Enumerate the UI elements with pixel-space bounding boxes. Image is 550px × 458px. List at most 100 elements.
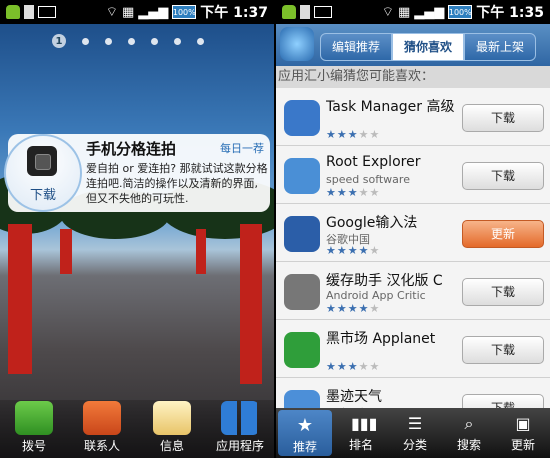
dock: 拨号 联系人 信息 应用程序 [0, 400, 274, 458]
page-dot[interactable] [105, 37, 112, 45]
app-name: Root Explorer [326, 154, 421, 170]
daily-recommend-widget[interactable]: 下载 手机分格连拍 每日一荐 爱自拍 or 爱连拍? 那就试试这款分格连拍吧.简… [4, 134, 270, 212]
clock: 下午 1:35 [476, 5, 544, 21]
android-icon [282, 5, 296, 19]
widget-app-title: 手机分格连拍 [86, 140, 177, 158]
market-header: 编辑推荐 猜你喜欢 最新上架 [276, 24, 550, 66]
app-icon[interactable] [284, 274, 320, 310]
widget-description: 爱自拍 or 爱连拍? 那就试试这款分格连拍吧.简洁的操作以及清新的界面,但又不… [86, 162, 268, 205]
update-button[interactable]: 更新 [462, 220, 544, 248]
download-button[interactable]: 下载 [462, 278, 544, 306]
camera-icon [27, 146, 57, 176]
app-name: Task Manager 高级 [326, 99, 455, 115]
nav-label: 分类 [402, 438, 427, 452]
section-heading: 应用汇小编猜您可能喜欢： [276, 66, 550, 88]
app-market-screen: ⌔ ▦ ▂▄▆ 100% 下午 1:35 编辑推荐 猜你喜欢 最新上架 应用汇小… [276, 0, 550, 458]
battery-icon: 100% [448, 5, 473, 19]
app-row[interactable]: Task Manager 高级 ★★★★★ 下载 [276, 88, 550, 146]
rating-stars: ★★★★★ [326, 302, 381, 315]
dock-label: 信息 [159, 439, 184, 453]
app-icon[interactable] [284, 332, 320, 368]
messages-icon [153, 401, 191, 435]
nav-label: 搜索 [456, 438, 481, 452]
battery-full-icon [314, 6, 332, 18]
nav-ranking[interactable]: ▮▮▮ 排名 [334, 408, 388, 458]
android-icon [6, 5, 20, 19]
nav-category[interactable]: ☰ 分类 [388, 408, 442, 458]
sd-card-icon [24, 5, 34, 19]
status-bar: ⌔ ▦ ▂▄▆ 100% 下午 1:37 [0, 0, 274, 24]
dock-label: 拨号 [21, 439, 46, 453]
nav-update[interactable]: ▣ 更新 [496, 408, 550, 458]
star-icon: ★ [296, 415, 314, 436]
rating-stars: ★★★★★ [326, 360, 381, 373]
dock-label: 联系人 [83, 439, 120, 453]
app-icon[interactable] [284, 216, 320, 252]
page-dot-current[interactable]: 1 [52, 34, 66, 48]
widget-tag: 每日一荐 [220, 142, 264, 155]
tab-bar: 编辑推荐 猜你喜欢 最新上架 [320, 33, 537, 61]
download-button[interactable]: 下载 [462, 162, 544, 190]
app-icon[interactable] [284, 100, 320, 136]
nav-label: 推荐 [292, 440, 317, 454]
sd-card-icon [300, 5, 310, 19]
list-icon: ☰ [407, 414, 423, 433]
sync-icon: ▦ [398, 4, 411, 20]
nav-search[interactable]: ⌕ 搜索 [442, 408, 496, 458]
rating-stars: ★★★★★ [326, 244, 381, 257]
nav-label: 排名 [348, 438, 373, 452]
search-icon: ⌕ [464, 414, 474, 433]
app-developer: speed software [326, 173, 410, 186]
dock-item-phone[interactable]: 拨号 [4, 401, 64, 454]
page-dot[interactable] [174, 37, 181, 45]
tab-editor-picks[interactable]: 编辑推荐 [320, 33, 393, 61]
dock-item-apps[interactable]: 应用程序 [210, 401, 270, 454]
wallpaper [0, 24, 274, 458]
widget-download-button[interactable]: 下载 [21, 184, 65, 204]
phone-icon [15, 401, 53, 435]
app-row[interactable]: Google输入法 谷歌中国 ★★★★★ 更新 [276, 204, 550, 262]
app-row[interactable]: Root Explorer speed software ★★★★★ 下载 [276, 146, 550, 204]
sync-icon: ▦ [122, 4, 135, 20]
dock-item-messages[interactable]: 信息 [142, 401, 202, 454]
app-icon[interactable] [284, 158, 320, 194]
rating-stars: ★★★★★ [326, 186, 381, 199]
app-name: 墨迹天气 [326, 389, 382, 405]
page-dot[interactable] [151, 37, 158, 45]
nav-recommend[interactable]: ★ 推荐 [278, 410, 332, 456]
bottom-nav: ★ 推荐 ▮▮▮ 排名 ☰ 分类 ⌕ 搜索 ▣ 更新 [276, 408, 550, 458]
app-row[interactable]: 缓存助手 汉化版 C Android App Critic ★★★★★ 下载 [276, 262, 550, 320]
page-dot[interactable] [197, 37, 204, 45]
app-list: Task Manager 高级 ★★★★★ 下载 Root Explorer speed… [276, 88, 550, 436]
app-name: Google输入法 [326, 215, 418, 231]
widget-app-icon[interactable]: 下载 [4, 134, 82, 212]
wifi-icon: ⌔ [105, 5, 118, 20]
app-developer: Android App Critic [326, 289, 426, 302]
signal-icon: ▂▄▆ [138, 4, 169, 20]
battery-icon: 100% [172, 5, 197, 19]
update-icon: ▣ [515, 414, 531, 433]
page-dot[interactable] [82, 37, 89, 45]
page-dot[interactable] [128, 37, 135, 45]
app-name: 缓存助手 汉化版 C [326, 273, 443, 289]
download-button[interactable]: 下载 [462, 336, 544, 364]
app-name: 黑市场 Applanet [326, 331, 436, 347]
contacts-icon [83, 401, 121, 435]
status-bar: ⌔ ▦ ▂▄▆ 100% 下午 1:35 [276, 0, 550, 24]
home-screen: ⌔ ▦ ▂▄▆ 100% 下午 1:37 1 下载 手机分格连拍 每日一荐 爱自… [0, 0, 274, 458]
app-row[interactable]: 黑市场 Applanet ★★★★★ 下载 [276, 320, 550, 378]
nav-label: 更新 [510, 438, 535, 452]
tab-newest[interactable]: 最新上架 [464, 33, 537, 61]
apps-grid-icon [221, 401, 259, 435]
dock-label: 应用程序 [215, 439, 264, 453]
signal-icon: ▂▄▆ [414, 4, 445, 20]
tab-guess-you-like[interactable]: 猜你喜欢 [392, 33, 465, 61]
page-indicator[interactable]: 1 [52, 34, 204, 48]
ranking-icon: ▮▮▮ [351, 414, 378, 433]
dock-item-contacts[interactable]: 联系人 [72, 401, 132, 454]
clock: 下午 1:37 [200, 5, 268, 21]
download-button[interactable]: 下载 [462, 104, 544, 132]
battery-full-icon [38, 6, 56, 18]
wifi-icon: ⌔ [381, 5, 394, 20]
market-logo-icon [280, 27, 314, 61]
